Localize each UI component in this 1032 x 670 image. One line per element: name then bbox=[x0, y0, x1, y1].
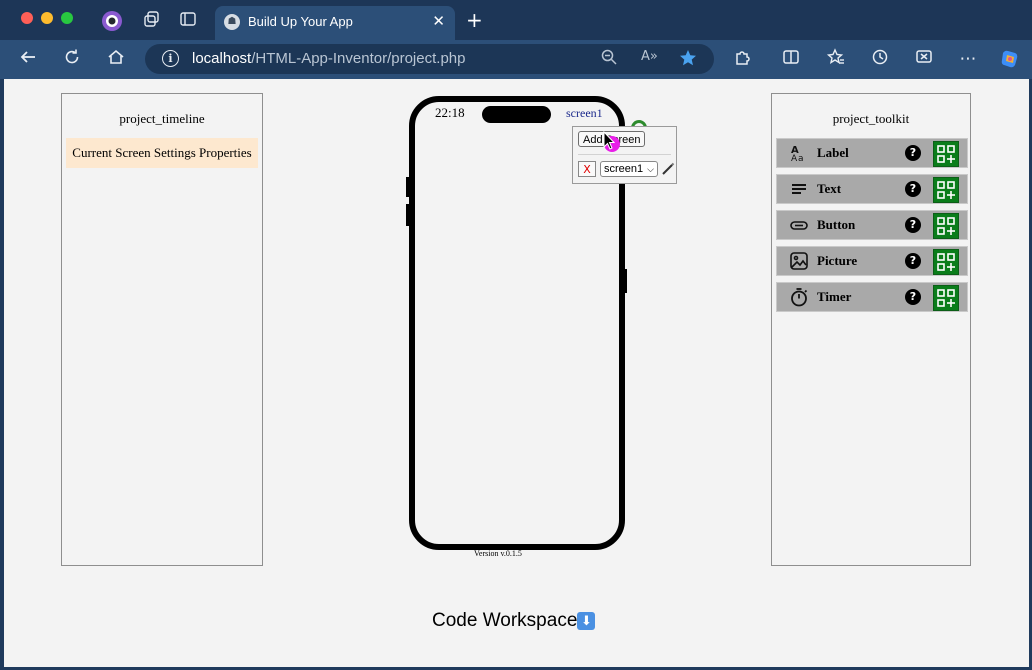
add-widget-icon[interactable] bbox=[933, 177, 959, 203]
add-widget-icon[interactable] bbox=[933, 213, 959, 239]
timeline-title: project_timeline bbox=[119, 111, 205, 126]
code-workspace-label: Code Workspace bbox=[432, 610, 578, 631]
tab-close-icon[interactable]: ✕ bbox=[432, 12, 445, 30]
favorite-star-icon[interactable] bbox=[679, 49, 697, 71]
screen-manager-popup: Add Screen X screen1 ⌵ bbox=[572, 126, 677, 184]
site-info-icon[interactable]: i bbox=[162, 50, 179, 67]
arrow-down-icon: ⬇ bbox=[577, 612, 596, 630]
screenshot-icon[interactable] bbox=[913, 48, 935, 70]
history-icon[interactable] bbox=[869, 48, 891, 70]
svg-text:a: a bbox=[798, 154, 804, 163]
tool-label[interactable]: AaA Label ? bbox=[776, 138, 968, 168]
close-window-button[interactable] bbox=[21, 12, 33, 24]
more-menu-icon[interactable]: ⋯ bbox=[957, 48, 979, 70]
screen-select[interactable]: screen1 ⌵ bbox=[600, 161, 658, 177]
read-aloud-icon[interactable]: A» bbox=[641, 49, 658, 64]
tool-text[interactable]: Text ? bbox=[776, 174, 968, 204]
minimize-window-button[interactable] bbox=[41, 12, 53, 24]
picture-icon bbox=[789, 251, 809, 271]
tool-picture-label: Picture bbox=[817, 253, 858, 268]
new-tab-button[interactable]: + bbox=[466, 8, 483, 32]
browser-toolbar: i localhost/HTML-App-Inventor/project.ph… bbox=[0, 40, 1032, 79]
pencil-icon[interactable] bbox=[661, 161, 675, 175]
phone-time: 22:18 bbox=[435, 105, 465, 120]
favorites-icon[interactable] bbox=[825, 48, 847, 70]
url-path: /HTML-App-Inventor/project.php bbox=[251, 50, 466, 67]
button-icon bbox=[789, 215, 809, 235]
mouse-pointer-icon bbox=[602, 130, 616, 155]
add-widget-icon[interactable] bbox=[933, 249, 959, 275]
add-widget-icon[interactable] bbox=[933, 285, 959, 311]
tab-title: Build Up Your App bbox=[248, 14, 353, 29]
extensions-icon[interactable] bbox=[732, 48, 754, 70]
help-icon[interactable]: ? bbox=[905, 145, 921, 161]
help-icon[interactable]: ? bbox=[905, 181, 921, 197]
project-toolkit-panel: project_toolkit AaA Label ? Text ? Butto… bbox=[771, 93, 971, 566]
project-timeline-panel: project_timeline Current Screen Settings… bbox=[61, 93, 263, 566]
version-label: Version v.0.1.5 bbox=[474, 549, 522, 558]
delete-screen-button[interactable]: X bbox=[578, 161, 596, 177]
address-bar[interactable]: i localhost/HTML-App-Inventor/project.ph… bbox=[145, 44, 714, 74]
timeline-item-screen-settings[interactable]: Current Screen Settings Properties bbox=[66, 138, 258, 168]
copilot-icon[interactable] bbox=[999, 48, 1021, 70]
tool-timer[interactable]: Timer ? bbox=[776, 282, 968, 312]
zoom-icon[interactable] bbox=[601, 49, 617, 69]
screen-select-value: screen1 bbox=[604, 163, 644, 175]
code-workspace-toggle[interactable]: Code Workspace ⬇ bbox=[432, 610, 596, 632]
tab-favicon-icon: ☗ bbox=[224, 14, 240, 30]
home-icon[interactable] bbox=[105, 48, 127, 70]
add-widget-icon[interactable] bbox=[933, 141, 959, 167]
text-icon bbox=[789, 179, 809, 199]
tool-button-label: Button bbox=[817, 217, 856, 232]
split-screen-icon[interactable] bbox=[780, 48, 802, 70]
toolkit-title: project_toolkit bbox=[832, 111, 910, 126]
tool-picture[interactable]: Picture ? bbox=[776, 246, 968, 276]
chevron-down-icon: ⌵ bbox=[647, 164, 654, 174]
back-icon[interactable] bbox=[17, 48, 39, 70]
maximize-window-button[interactable] bbox=[61, 12, 73, 24]
tool-button[interactable]: Button ? bbox=[776, 210, 968, 240]
label-icon: AaA bbox=[789, 143, 809, 164]
help-icon[interactable]: ? bbox=[905, 289, 921, 305]
tool-text-label: Text bbox=[817, 181, 842, 196]
profile-avatar-icon[interactable] bbox=[101, 10, 123, 32]
url-host: localhost bbox=[192, 50, 252, 67]
browser-titlebar: ☗ Build Up Your App ✕ + bbox=[0, 0, 1032, 40]
svg-text:A: A bbox=[791, 154, 798, 163]
phone-notch bbox=[482, 106, 551, 123]
tool-label-text: Label bbox=[817, 145, 849, 160]
help-icon[interactable]: ? bbox=[905, 253, 921, 269]
workspaces-icon[interactable] bbox=[141, 10, 163, 32]
vertical-tabs-icon[interactable] bbox=[177, 10, 199, 32]
page-viewport: project_timeline Current Screen Settings… bbox=[4, 79, 1029, 667]
tool-timer-label: Timer bbox=[817, 289, 852, 304]
current-screen-link[interactable]: screen1 bbox=[566, 106, 603, 121]
url-text[interactable]: localhost/HTML-App-Inventor/project.php bbox=[192, 50, 465, 67]
browser-tab-active[interactable]: ☗ Build Up Your App ✕ bbox=[215, 6, 455, 40]
refresh-icon[interactable] bbox=[61, 48, 83, 70]
timer-icon bbox=[789, 287, 809, 307]
popup-divider bbox=[578, 154, 671, 155]
help-icon[interactable]: ? bbox=[905, 217, 921, 233]
